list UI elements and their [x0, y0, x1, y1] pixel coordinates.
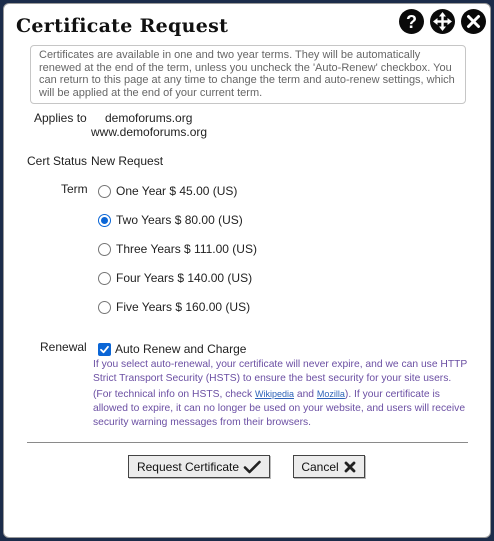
- term-option-two-years[interactable]: Two Years $ 80.00 (US): [98, 213, 243, 227]
- request-certificate-button[interactable]: Request Certificate: [128, 455, 270, 478]
- radio-button[interactable]: [98, 300, 111, 314]
- mozilla-link[interactable]: Mozilla: [317, 389, 345, 399]
- renewal-explanation: If you select auto-renewal, your certifi…: [93, 358, 471, 430]
- term-option-five-years[interactable]: Five Years $ 160.00 (US): [98, 300, 250, 314]
- certificate-request-dialog: Certificate Request ? Certificates are a…: [3, 3, 491, 538]
- cert-status-value: New Request: [91, 154, 164, 168]
- term-label: Term: [61, 182, 88, 196]
- info-notice: Certificates are available in one and tw…: [30, 45, 466, 104]
- term-option-three-years[interactable]: Three Years $ 111.00 (US): [98, 242, 257, 256]
- term-option-four-years[interactable]: Four Years $ 140.00 (US): [98, 271, 252, 285]
- cancel-label: Cancel: [301, 459, 339, 474]
- applies-to-label: Applies to: [34, 111, 87, 125]
- close-icon[interactable]: [461, 9, 486, 34]
- checkmark-icon: [243, 460, 261, 473]
- radio-button[interactable]: [98, 184, 111, 198]
- move-icon[interactable]: [430, 9, 455, 34]
- cert-status-label: Cert Status: [27, 154, 88, 168]
- cancel-button[interactable]: Cancel: [293, 455, 365, 478]
- request-certificate-label: Request Certificate: [136, 459, 240, 474]
- auto-renew-checkbox[interactable]: [98, 342, 111, 356]
- term-option-label: Five Years $ 160.00 (US): [116, 300, 251, 314]
- svg-text:?: ?: [406, 12, 417, 32]
- auto-renew-label: Auto Renew and Charge: [115, 342, 247, 356]
- auto-renew-option[interactable]: Auto Renew and Charge: [98, 342, 246, 356]
- term-option-one-year[interactable]: One Year $ 45.00 (US): [98, 184, 237, 198]
- term-option-label: Three Years $ 111.00 (US): [116, 242, 257, 256]
- radio-button[interactable]: [98, 242, 111, 256]
- titlebar-icons: ?: [399, 9, 486, 34]
- dialog-title: Certificate Request: [16, 15, 229, 37]
- wikipedia-link[interactable]: Wikipedia: [255, 389, 294, 399]
- renewal-text-and: and: [293, 388, 317, 400]
- term-option-label: One Year $ 45.00 (US): [116, 184, 238, 198]
- domain-primary: demoforums.org: [105, 111, 193, 125]
- x-icon: [344, 461, 356, 472]
- term-option-label: Four Years $ 140.00 (US): [116, 271, 253, 285]
- domain-www: www.demoforums.org: [91, 125, 208, 139]
- help-icon[interactable]: ?: [399, 9, 424, 34]
- radio-button[interactable]: [98, 271, 111, 285]
- term-option-label: Two Years $ 80.00 (US): [116, 213, 243, 227]
- radio-button-selected[interactable]: [98, 213, 111, 227]
- divider: [27, 442, 468, 443]
- dialog-titlebar[interactable]: Certificate Request ?: [4, 4, 490, 42]
- checkmark-icon: [100, 345, 109, 353]
- renewal-label: Renewal: [40, 340, 87, 354]
